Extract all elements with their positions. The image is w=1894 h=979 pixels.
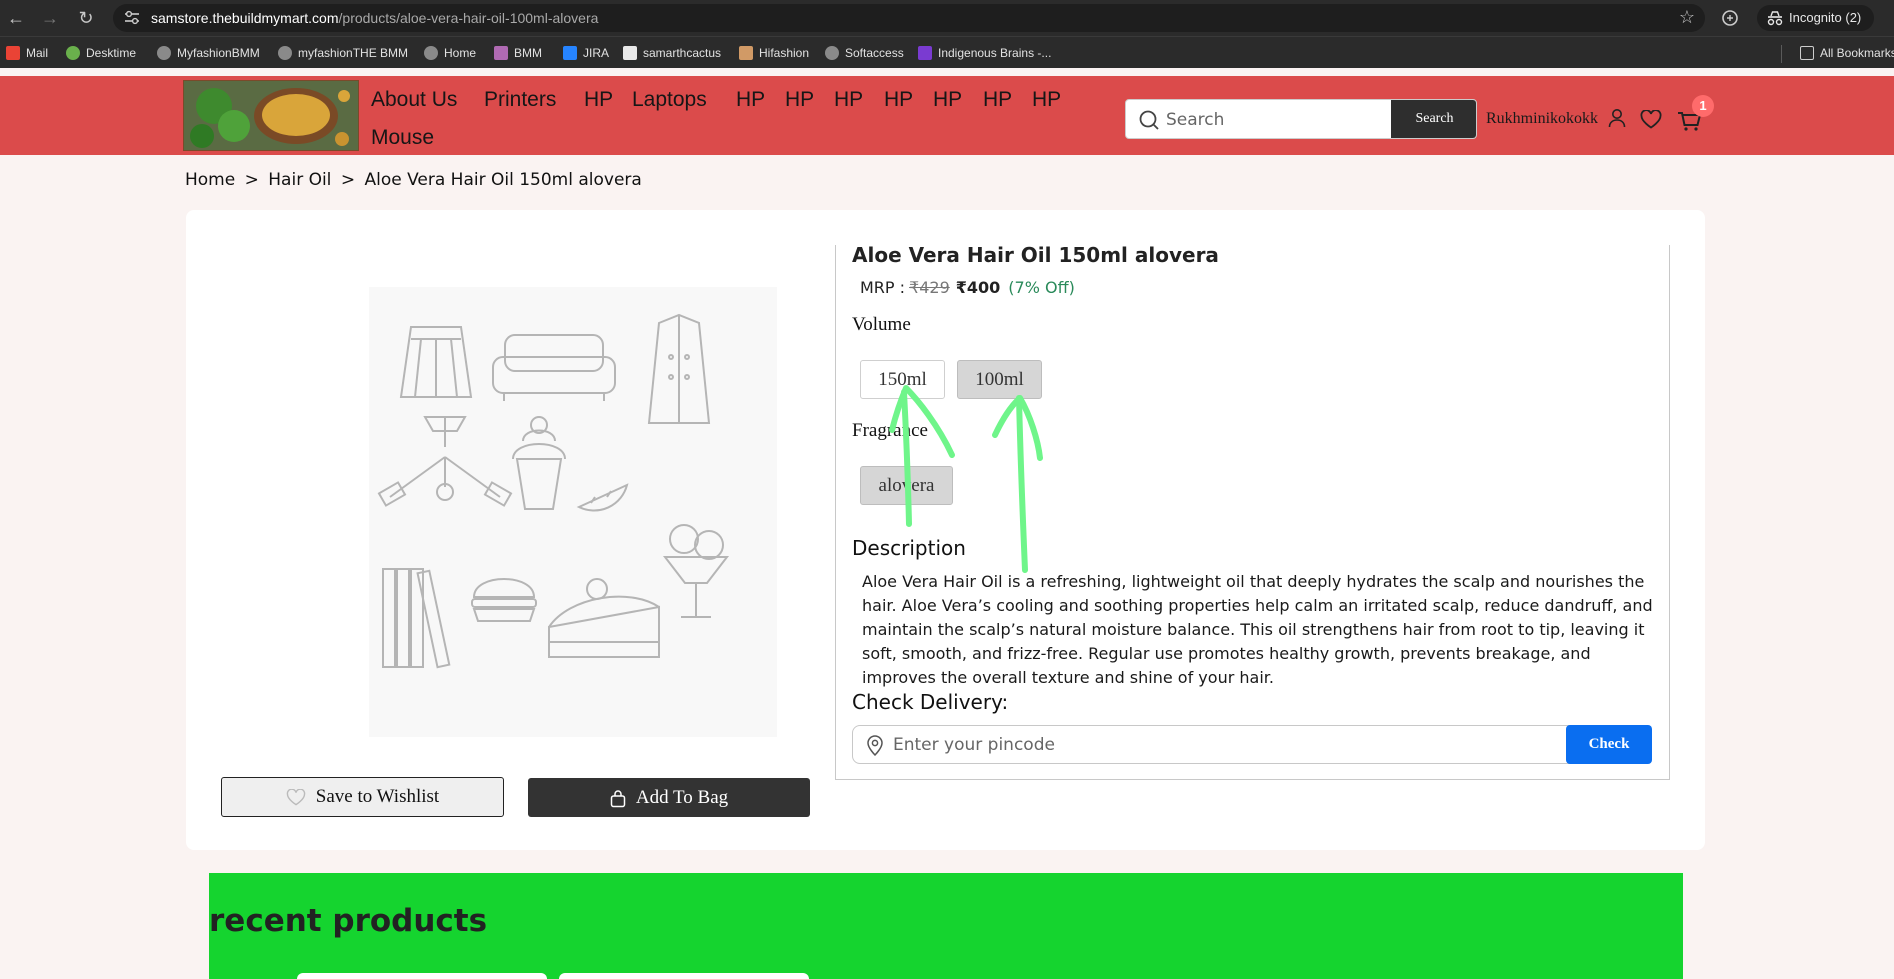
volume-option-150ml[interactable]: 150ml: [860, 360, 945, 399]
search-icon: [1139, 110, 1159, 130]
volume-option-100ml[interactable]: 100ml: [957, 360, 1042, 399]
site-settings-icon[interactable]: [123, 10, 141, 26]
pincode-input[interactable]: [893, 733, 1393, 757]
pincode-field: [852, 725, 1652, 764]
mrp-original-price: ₹429: [909, 278, 950, 297]
reload-icon[interactable]: ↻: [76, 8, 96, 28]
cart-count-badge: 1: [1692, 95, 1714, 117]
url-text[interactable]: samstore.thebuildmymart.com/products/alo…: [151, 10, 598, 26]
placeholder-illustration-icon: [377, 313, 730, 669]
gmail-icon: [6, 46, 20, 60]
description-title: Description: [852, 536, 966, 560]
add-to-bag-label: Add To Bag: [635, 787, 729, 808]
check-delivery-button[interactable]: Check: [1566, 725, 1652, 764]
user-icon[interactable]: [1608, 108, 1626, 128]
bookmark-bmm[interactable]: BMM: [494, 45, 542, 61]
bookmark-softaccess[interactable]: Softaccess: [825, 45, 904, 61]
heart-icon: [286, 789, 306, 806]
bookmark-mail[interactable]: Mail: [6, 45, 48, 61]
breadcrumb-current: Aloe Vera Hair Oil 150ml alovera: [364, 170, 642, 190]
incognito-icon: [1767, 11, 1783, 26]
bookmarks-bar: Mail Desktime MyfashionBMM myfashionTHE …: [0, 36, 1894, 68]
menu-mouse[interactable]: Mouse: [371, 126, 434, 150]
bmm-icon: [494, 46, 508, 60]
recent-product-card[interactable]: [297, 973, 547, 979]
extension-icon[interactable]: [1720, 8, 1740, 28]
forward-icon[interactable]: →: [40, 8, 60, 28]
bookmark-desktime[interactable]: Desktime: [66, 45, 136, 61]
globe-icon: [157, 46, 171, 60]
menu-hp[interactable]: HP: [983, 88, 1012, 112]
back-icon[interactable]: ←: [6, 8, 26, 28]
globe-icon: [278, 46, 292, 60]
breadcrumb-separator: >: [340, 170, 356, 190]
search-form: Search: [1125, 99, 1477, 139]
menu-hp[interactable]: HP: [1032, 88, 1061, 112]
menu-hp[interactable]: HP: [933, 88, 962, 112]
add-to-bag-button[interactable]: Add To Bag: [528, 778, 810, 817]
search-input[interactable]: [1166, 107, 1396, 133]
save-to-wishlist-button[interactable]: Save to Wishlist: [221, 777, 504, 817]
globe-icon: [825, 46, 839, 60]
desktime-icon: [66, 46, 80, 60]
url-host: samstore.thebuildmymart.com: [151, 10, 339, 26]
bookmark-star-icon[interactable]: ☆: [1679, 7, 1695, 28]
wishlist-label: Save to Wishlist: [315, 786, 440, 807]
folder-icon: [1800, 46, 1814, 60]
username-label[interactable]: Rukhminikokokk: [1486, 110, 1598, 128]
bag-icon: [610, 789, 626, 807]
bookmark-all-bookmarks[interactable]: All Bookmarks: [1800, 45, 1894, 61]
price-row: MRP : ₹429 ₹400 (7% Off): [860, 278, 1075, 297]
recent-product-card[interactable]: [559, 973, 809, 979]
bookmark-indigenous-brains[interactable]: Indigenous Brains -...: [918, 45, 1051, 61]
product-image[interactable]: [369, 287, 777, 737]
browser-toolbar: ← → ↻ samstore.thebuildmymart.com/produc…: [0, 0, 1894, 36]
volume-label: Volume: [852, 314, 911, 335]
menu-laptops[interactable]: Laptops: [632, 88, 707, 112]
recent-products-title: recent products: [209, 903, 488, 939]
bookmark-home[interactable]: Home: [424, 45, 476, 61]
menu-hp[interactable]: HP: [834, 88, 863, 112]
description-text: Aloe Vera Hair Oil is a refreshing, ligh…: [862, 572, 1653, 687]
mrp-label: MRP :: [860, 278, 906, 297]
menu-hp[interactable]: HP: [785, 88, 814, 112]
discount-label: (7% Off): [1008, 278, 1075, 297]
url-path: /products/aloe-vera-hair-oil-100ml-alove…: [338, 10, 599, 26]
menu-hp[interactable]: HP: [736, 88, 765, 112]
address-bar[interactable]: samstore.thebuildmymart.com/products/alo…: [113, 4, 1705, 32]
bookmarks-divider: [1781, 45, 1782, 63]
breadcrumb-separator: >: [244, 170, 259, 190]
location-pin-icon: [867, 735, 883, 756]
bookmark-hifashion[interactable]: Hifashion: [739, 45, 809, 61]
site-header: About Us Printers HP Laptops HP HP HP HP…: [0, 76, 1894, 155]
search-button[interactable]: Search: [1391, 100, 1476, 138]
hifashion-icon: [739, 46, 753, 60]
globe-icon: [424, 46, 438, 60]
menu-printers[interactable]: Printers: [484, 88, 556, 112]
breadcrumb-home[interactable]: Home: [185, 170, 235, 190]
incognito-label: Incognito (2): [1789, 10, 1862, 25]
bookmark-jira[interactable]: JIRA: [563, 45, 609, 61]
menu-hp[interactable]: HP: [584, 88, 613, 112]
recent-products-section: recent products: [209, 873, 1683, 979]
selling-price: ₹400: [955, 278, 1001, 297]
cactus-icon: [623, 46, 637, 60]
incognito-indicator[interactable]: Incognito (2): [1757, 5, 1874, 31]
bookmark-myfashion-the-bmm[interactable]: myfashionTHE BMM: [278, 45, 408, 61]
fragrance-label: Fragrance: [852, 420, 928, 441]
indigenous-brains-icon: [918, 46, 932, 60]
menu-hp[interactable]: HP: [884, 88, 913, 112]
check-delivery-title: Check Delivery:: [852, 690, 1009, 714]
menu-about-us[interactable]: About Us: [371, 88, 457, 112]
product-title: Aloe Vera Hair Oil 150ml alovera: [852, 243, 1219, 267]
jira-icon: [563, 46, 577, 60]
bookmark-samarthcactus[interactable]: samarthcactus: [623, 45, 721, 61]
bookmark-myfashionbmm[interactable]: MyfashionBMM: [157, 45, 260, 61]
heart-icon[interactable]: [1640, 110, 1662, 129]
fragrance-option-alovera[interactable]: alovera: [860, 466, 953, 505]
breadcrumb-hair-oil[interactable]: Hair Oil: [268, 170, 331, 190]
logo-image: [184, 81, 358, 150]
site-logo[interactable]: [183, 80, 359, 151]
breadcrumb: Home > Hair Oil > Aloe Vera Hair Oil 150…: [185, 170, 646, 190]
